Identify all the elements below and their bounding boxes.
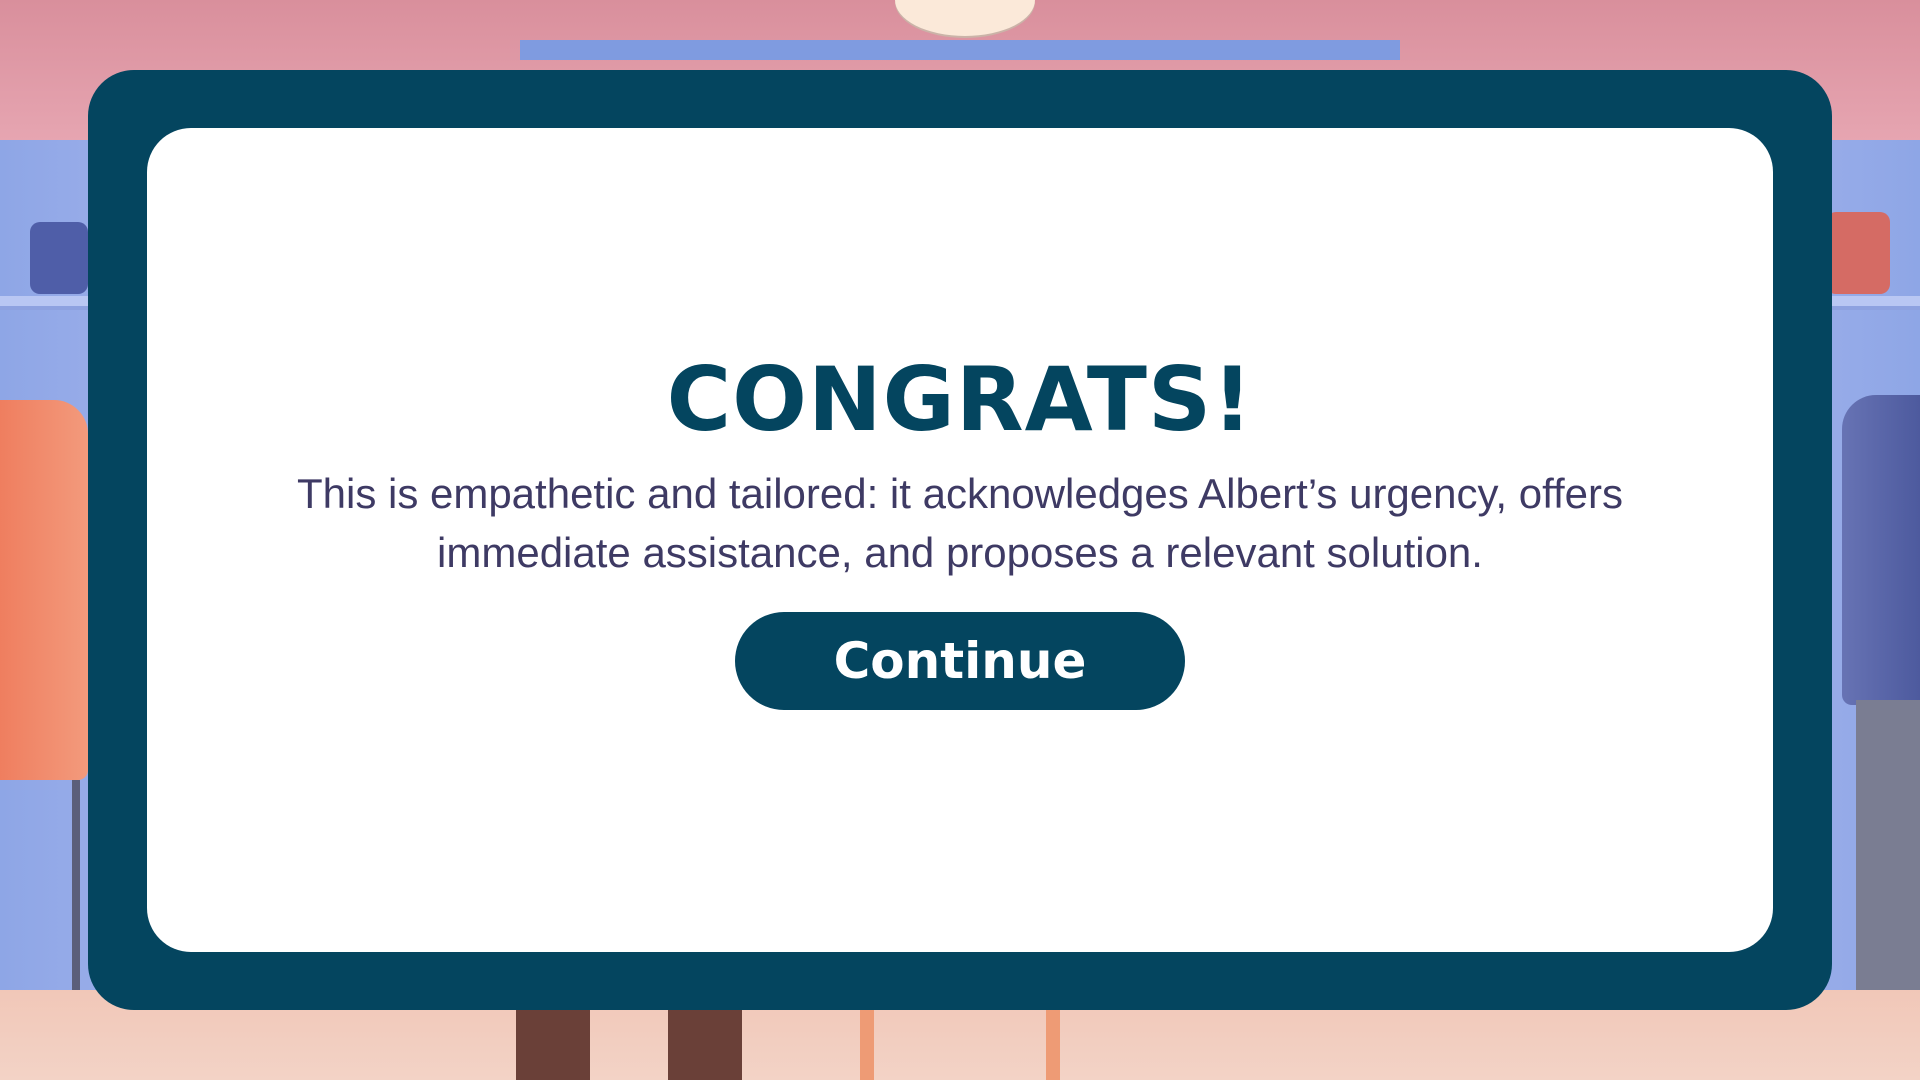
- folded-clothes-left: [30, 222, 88, 294]
- grey-trousers: [1856, 700, 1920, 1030]
- feedback-message: This is empathetic and tailored: it ackn…: [296, 470, 1624, 576]
- character-leg-left: [516, 1000, 590, 1080]
- game-screen: CONGRATS! This is empathetic and tailore…: [0, 0, 1920, 1080]
- feedback-dialog: CONGRATS! This is empathetic and tailore…: [147, 128, 1773, 952]
- blue-suit-mannequin: [1842, 395, 1920, 705]
- orange-coat-mannequin: [0, 400, 88, 780]
- folded-clothes-right: [1826, 212, 1890, 294]
- dialog-title: CONGRATS!: [666, 348, 1254, 451]
- ceiling-beam: [520, 40, 1400, 60]
- character-leg-right: [668, 1000, 742, 1080]
- continue-button[interactable]: Continue: [735, 612, 1185, 710]
